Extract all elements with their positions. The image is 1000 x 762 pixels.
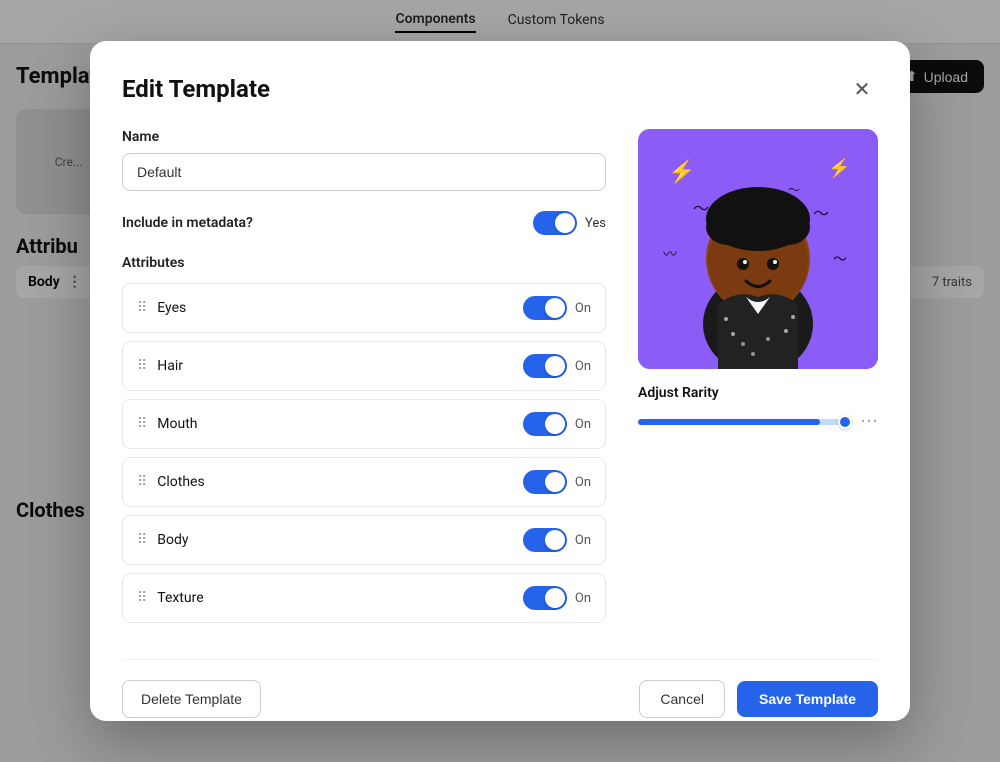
attr-right-body: On — [523, 528, 591, 552]
toggle-hair[interactable] — [523, 354, 567, 378]
toggle-clothes[interactable] — [523, 470, 567, 494]
toggle-eyes[interactable] — [523, 296, 567, 320]
modal-left: Name Include in metadata? Yes Attributes… — [122, 129, 606, 631]
svg-text:〜: 〜 — [833, 252, 847, 268]
delete-template-button[interactable]: Delete Template — [122, 680, 261, 718]
svg-text:〜: 〜 — [813, 204, 829, 223]
modal-overlay: Edit Template ✕ Name Include in metadata… — [0, 0, 1000, 762]
character-svg: ⚡ ⚡ 〜 〜 〰 〜 〜 — [638, 129, 878, 369]
name-field-label: Name — [122, 129, 606, 145]
close-icon: ✕ — [854, 77, 871, 102]
attr-right-mouth: On — [523, 412, 591, 436]
attr-label-eyes: Eyes — [157, 300, 186, 316]
close-button[interactable]: ✕ — [846, 73, 878, 105]
on-label-mouth: On — [575, 417, 591, 432]
attr-row-mouth: ⠿ Mouth On — [122, 399, 606, 449]
attr-row-clothes: ⠿ Clothes On — [122, 457, 606, 507]
drag-icon-hair[interactable]: ⠿ — [137, 358, 147, 374]
on-label-body: On — [575, 533, 591, 548]
attr-label-mouth: Mouth — [157, 416, 197, 432]
attr-row-hair: ⠿ Hair On — [122, 341, 606, 391]
attr-right-hair: On — [523, 354, 591, 378]
metadata-toggle[interactable] — [533, 211, 577, 235]
attr-left-eyes: ⠿ Eyes — [137, 300, 186, 316]
on-label-clothes: On — [575, 475, 591, 490]
modal-header: Edit Template ✕ — [122, 73, 878, 105]
rarity-slider-row: ⋯ — [638, 411, 878, 432]
svg-text:⚡: ⚡ — [828, 157, 850, 179]
metadata-toggle-label: Yes — [585, 216, 606, 231]
svg-text:〰: 〰 — [663, 247, 677, 263]
character-preview: ⚡ ⚡ 〜 〜 〰 〜 〜 — [638, 129, 878, 369]
cancel-button[interactable]: Cancel — [639, 680, 725, 718]
modal-footer: Delete Template Cancel Save Template — [122, 659, 878, 718]
footer-right: Cancel Save Template — [639, 680, 878, 718]
metadata-toggle-wrap: Yes — [533, 211, 606, 235]
attr-left-mouth: ⠿ Mouth — [137, 416, 197, 432]
toggle-body[interactable] — [523, 528, 567, 552]
name-input[interactable] — [122, 153, 606, 191]
on-label-texture: On — [575, 591, 591, 606]
edit-template-modal: Edit Template ✕ Name Include in metadata… — [90, 41, 910, 721]
attr-left-hair: ⠿ Hair — [137, 358, 183, 374]
adjust-rarity-label: Adjust Rarity — [638, 385, 878, 401]
drag-icon-texture[interactable]: ⠿ — [137, 590, 147, 606]
drag-icon-clothes[interactable]: ⠿ — [137, 474, 147, 490]
attr-left-body: ⠿ Body — [137, 532, 189, 548]
attr-row-body: ⠿ Body On — [122, 515, 606, 565]
modal-body: Name Include in metadata? Yes Attributes… — [122, 129, 878, 631]
drag-icon-body[interactable]: ⠿ — [137, 532, 147, 548]
metadata-label: Include in metadata? — [122, 215, 253, 231]
svg-text:⚡: ⚡ — [668, 159, 695, 185]
rarity-fill — [638, 419, 820, 425]
on-label-hair: On — [575, 359, 591, 374]
drag-icon-mouth[interactable]: ⠿ — [137, 416, 147, 432]
save-template-button[interactable]: Save Template — [737, 681, 878, 717]
attributes-label: Attributes — [122, 255, 606, 271]
rarity-thumb[interactable] — [838, 415, 852, 429]
attr-right-eyes: On — [523, 296, 591, 320]
attr-right-texture: On — [523, 586, 591, 610]
attr-right-clothes: On — [523, 470, 591, 494]
attr-row-eyes: ⠿ Eyes On — [122, 283, 606, 333]
metadata-row: Include in metadata? Yes — [122, 211, 606, 235]
attr-left-clothes: ⠿ Clothes — [137, 474, 205, 490]
rarity-track[interactable] — [638, 419, 852, 425]
drag-icon-eyes[interactable]: ⠿ — [137, 300, 147, 316]
attr-label-body: Body — [157, 532, 188, 548]
attr-label-texture: Texture — [157, 590, 203, 606]
attr-label-clothes: Clothes — [157, 474, 204, 490]
toggle-mouth[interactable] — [523, 412, 567, 436]
attr-row-texture: ⠿ Texture On — [122, 573, 606, 623]
attr-label-hair: Hair — [157, 358, 183, 374]
modal-right: ⚡ ⚡ 〜 〜 〰 〜 〜 — [638, 129, 878, 631]
on-label-eyes: On — [575, 301, 591, 316]
modal-title: Edit Template — [122, 75, 270, 103]
attr-left-texture: ⠿ Texture — [137, 590, 204, 606]
rarity-more-icon[interactable]: ⋯ — [860, 411, 878, 432]
toggle-texture[interactable] — [523, 586, 567, 610]
